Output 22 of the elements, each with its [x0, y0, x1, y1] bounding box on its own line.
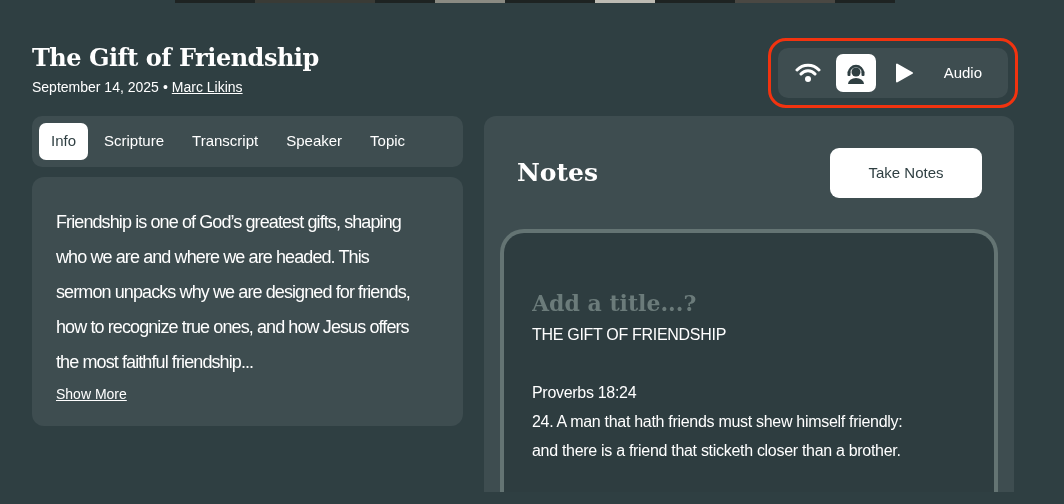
notes-heading: Notes: [517, 158, 599, 188]
tab[interactable]: Info: [39, 123, 89, 160]
date-text: September 14, 2025: [32, 78, 159, 95]
play-icon: [894, 63, 913, 83]
mode-button[interactable]: [835, 54, 876, 92]
separator-text: •: [162, 78, 168, 95]
note-line: and there is a friend that sticketh closer than a brother.: [532, 441, 902, 461]
note-line: THE GIFT OF FRIENDSHIP: [532, 325, 727, 345]
description-text: Friendship is one of God’s greatest gifts, shaping who we are and where we are headed. This sermon unpacks why we are designed for friends, how to recognize true ones, and how Jesus offers the most faithful friendship...: [56, 210, 411, 374]
tab[interactable]: Transcript: [180, 123, 271, 160]
note-line: 24. A man that hath friends must shew himself friendly:: [532, 412, 904, 432]
tab[interactable]: Topic: [358, 123, 418, 160]
tab[interactable]: Speaker: [274, 123, 355, 160]
speaker-link[interactable]: Marc Likins: [171, 78, 243, 95]
page-title: The Gift of Friendship: [32, 44, 319, 73]
title-field[interactable]: Add a title...?: [532, 287, 966, 320]
tab[interactable]: Scripture: [92, 123, 177, 160]
show-more-link[interactable]: Show More: [56, 383, 127, 405]
note-line: Proverbs 18:24: [532, 383, 638, 403]
mode-label: Audio: [942, 62, 983, 83]
take-notes-button[interactable]: Take Notes: [830, 148, 982, 198]
broadcast-icon: [794, 62, 821, 84]
